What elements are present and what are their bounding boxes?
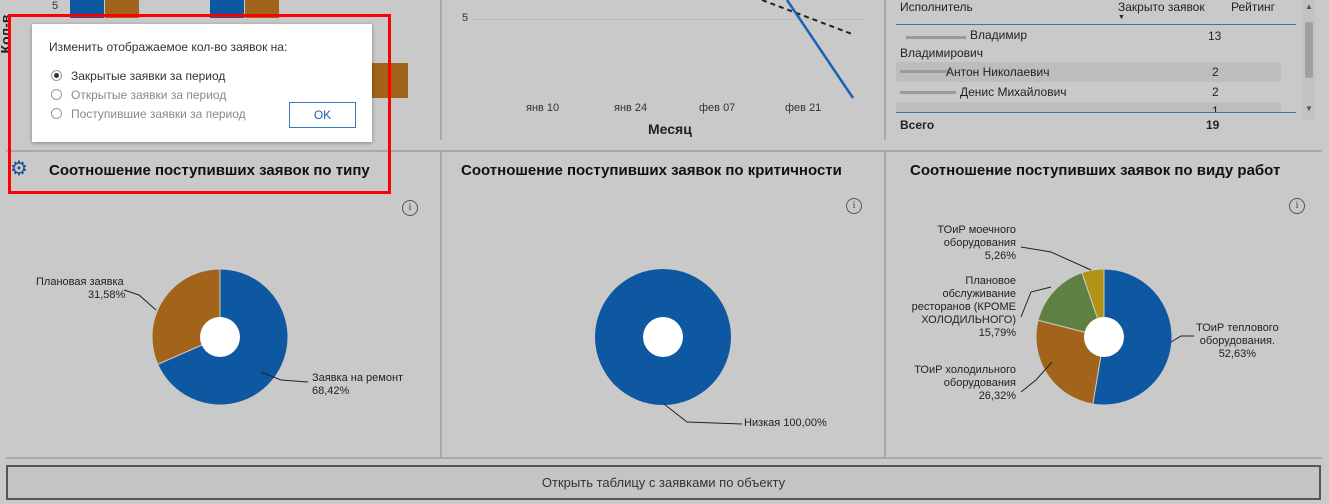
radio-option[interactable]: Открытые заявки за период xyxy=(51,88,281,104)
bar xyxy=(105,0,139,18)
redacted-name xyxy=(906,36,966,39)
header-rating[interactable]: Рейтинг xyxy=(1231,0,1275,14)
panel-by-criticality: Соотношение поступивших заявок по критич… xyxy=(442,152,884,457)
series-line xyxy=(785,0,855,99)
leader-line xyxy=(663,403,743,425)
table-row[interactable]: Владимир Владимирович 13 xyxy=(896,26,1296,62)
performers-table: Исполнитель Закрыто заявок ▼ Рейтинг Вла… xyxy=(886,0,1329,140)
slice-label: ТОиР холодильного оборудования 26,32% xyxy=(914,364,1016,402)
table-row[interactable]: Денис Михайлович 2 xyxy=(896,82,1281,102)
row-closed: 2 xyxy=(1212,65,1219,79)
y-tick: 5 xyxy=(52,0,59,12)
bar xyxy=(70,0,104,18)
slice-label: Низкая 100,00% xyxy=(744,417,827,429)
row-closed: 13 xyxy=(1208,29,1222,43)
bar xyxy=(245,0,279,18)
panel-by-type: ⚙ Соотношение поступивших заявок по типу… xyxy=(6,152,440,457)
row-name: Антон Николаевич xyxy=(946,65,1050,79)
slice-label: ТОиР теплового оборудования. 52,63% xyxy=(1196,322,1279,360)
scroll-down-icon[interactable]: ▼ xyxy=(1303,104,1315,113)
donut-hole xyxy=(643,317,683,357)
bar xyxy=(372,63,408,98)
header-closed[interactable]: Закрыто заявок xyxy=(1118,0,1205,14)
radio-option[interactable]: Закрытые заявки за период xyxy=(51,69,281,85)
row-divider xyxy=(6,457,1322,459)
header-performer[interactable]: Исполнитель xyxy=(900,0,973,14)
redacted-name xyxy=(900,91,956,94)
redacted-name xyxy=(900,70,950,73)
y-axis-label: Кол-в xyxy=(0,14,14,54)
table-row[interactable]: 1 xyxy=(896,102,1281,112)
table-row[interactable]: Антон Николаевич 2 xyxy=(896,62,1281,82)
leader-line xyxy=(123,289,157,311)
slice-label: Плановое обслуживание ресторанов (КРОМЕ ХОЛ… xyxy=(911,275,1016,339)
scroll-thumb[interactable] xyxy=(1305,22,1313,78)
table-scrollbar[interactable]: ▲ ▼ xyxy=(1303,0,1315,120)
slice-label: Заявка на ремонт 68,42% xyxy=(312,372,404,397)
donut-chart xyxy=(595,269,743,425)
x-tick: янв 24 xyxy=(614,102,648,114)
x-axis-title: Месяц xyxy=(648,121,692,137)
panel-by-work-type: Соотношение поступивших заявок по виду р… xyxy=(886,152,1322,457)
radio-option[interactable]: Поступившие заявки за период xyxy=(51,107,281,123)
radio-button-selected[interactable] xyxy=(51,70,62,81)
donut-chart xyxy=(123,268,309,406)
radio-button[interactable] xyxy=(51,89,62,100)
line-series-svg xyxy=(761,0,855,99)
header-underline xyxy=(896,24,1296,25)
row-name: Денис Михайлович xyxy=(960,85,1067,99)
open-requests-table-button[interactable]: Открыть таблицу с заявками по объекту xyxy=(6,465,1321,500)
leader-line xyxy=(1020,361,1053,393)
scroll-up-icon[interactable]: ▲ xyxy=(1303,2,1315,11)
slice-label: ТОиР моечного оборудования 5,26% xyxy=(937,224,1016,262)
donut-hole xyxy=(1084,317,1124,357)
bar xyxy=(210,0,244,18)
display-count-popup: Изменить отображаемое кол-во заявок на: … xyxy=(32,24,372,142)
popup-title: Изменить отображаемое кол-во заявок на: xyxy=(49,40,288,54)
sort-down-icon[interactable]: ▼ xyxy=(1118,14,1125,21)
row-closed: 1 xyxy=(1212,104,1219,112)
row-closed: 2 xyxy=(1212,85,1219,99)
radio-label[interactable]: Закрытые заявки за период xyxy=(71,69,225,83)
total-label: Всего xyxy=(900,118,935,132)
leader-line xyxy=(1020,246,1092,271)
x-tick: фев 21 xyxy=(785,102,822,114)
row-name: Владимир xyxy=(970,28,1028,42)
leader-line xyxy=(1170,335,1194,343)
total-value: 19 xyxy=(1206,118,1220,132)
total-line xyxy=(896,112,1296,113)
line-chart: 5 янв 10 янв 24 фев 07 фев 21 Месяц xyxy=(442,0,884,140)
ok-button[interactable]: OK xyxy=(289,102,356,128)
donut-hole xyxy=(200,317,240,357)
radio-button[interactable] xyxy=(51,108,62,119)
slice-label: Плановая заявка 31,58% xyxy=(36,276,126,301)
row-name: Владимирович xyxy=(900,46,984,60)
x-tick: янв 10 xyxy=(526,102,560,114)
radio-label[interactable]: Открытые заявки за период xyxy=(71,88,226,102)
x-tick: фев 07 xyxy=(699,102,736,114)
radio-label[interactable]: Поступившие заявки за период xyxy=(71,107,246,121)
